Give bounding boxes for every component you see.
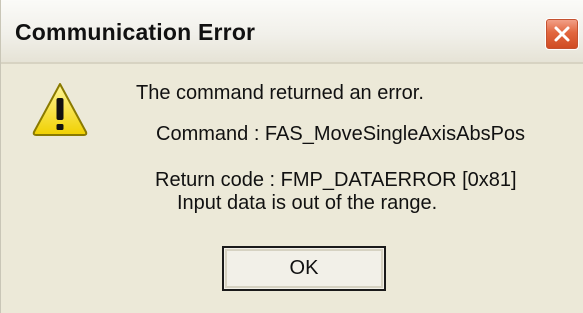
- error-message: The command returned an error.: [136, 82, 424, 104]
- ok-button[interactable]: OK: [222, 246, 386, 291]
- error-description: Input data is out of the range.: [177, 192, 438, 214]
- close-button[interactable]: [545, 18, 579, 50]
- title-bar[interactable]: Communication Error: [1, 0, 583, 64]
- close-x-icon: [554, 26, 570, 42]
- warning-triangle-icon: [32, 83, 88, 136]
- return-code-text: Return code : FMP_DATAERROR [0x81]: [155, 169, 517, 191]
- dialog-title: Communication Error: [15, 19, 256, 45]
- error-dialog: Communication Error The command returned…: [0, 0, 583, 313]
- command-text: Command : FAS_MoveSingleAxisAbsPos: [156, 123, 526, 145]
